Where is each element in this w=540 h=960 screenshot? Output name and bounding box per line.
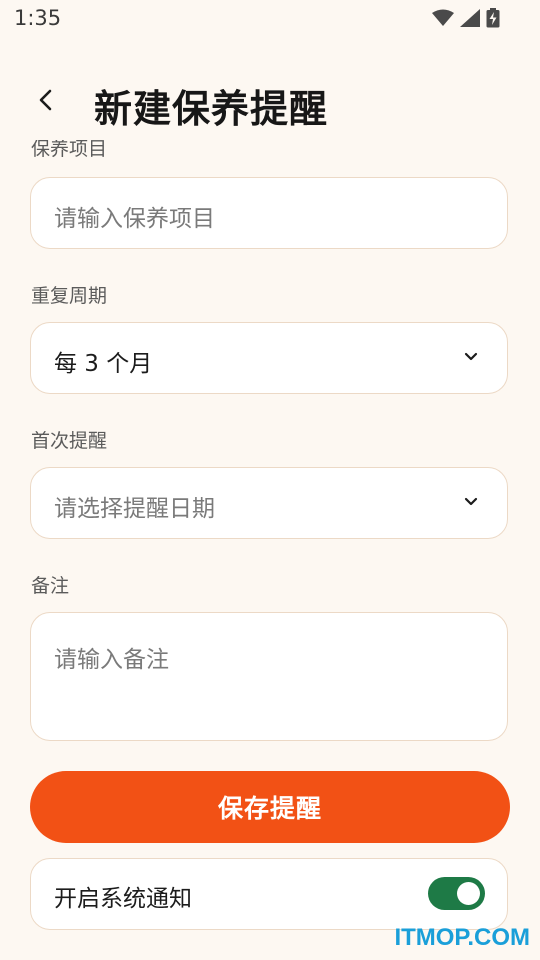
notification-toggle[interactable] bbox=[428, 877, 485, 910]
notes-placeholder: 请输入备注 bbox=[54, 647, 169, 673]
notes-textarea[interactable]: 请输入备注 bbox=[30, 612, 508, 741]
item-label: 保养项目 bbox=[31, 140, 108, 160]
back-button[interactable] bbox=[28, 84, 64, 120]
first-reminder-label: 首次提醒 bbox=[31, 430, 108, 452]
wifi-icon bbox=[432, 9, 454, 31]
signal-icon bbox=[460, 9, 480, 31]
page-title: 新建保养提醒 bbox=[94, 87, 329, 131]
repeat-label: 重复周期 bbox=[31, 285, 108, 307]
first-reminder-placeholder: 请选择提醒日期 bbox=[54, 496, 215, 522]
chevron-down-icon bbox=[463, 349, 479, 365]
item-input[interactable]: 请输入保养项目 bbox=[30, 177, 508, 249]
chevron-left-icon bbox=[38, 89, 54, 115]
status-time: 1:35 bbox=[14, 6, 62, 30]
item-placeholder: 请输入保养项目 bbox=[54, 206, 215, 232]
chevron-down-icon bbox=[463, 494, 479, 510]
toggle-knob bbox=[457, 882, 480, 905]
save-button[interactable]: 保存提醒 bbox=[30, 771, 510, 843]
first-reminder-select[interactable]: 请选择提醒日期 bbox=[30, 467, 508, 539]
repeat-select[interactable]: 每 3 个月 bbox=[30, 322, 508, 394]
notification-card: 开启系统通知 bbox=[30, 858, 508, 930]
notification-label: 开启系统通知 bbox=[54, 886, 192, 912]
repeat-value: 每 3 个月 bbox=[54, 351, 153, 377]
status-bar: 1:35 bbox=[0, 0, 540, 38]
header: 新建保养提醒 bbox=[0, 70, 540, 140]
status-icons bbox=[432, 8, 500, 32]
watermark: ITMOP.COM bbox=[394, 924, 530, 951]
form-scroll-area[interactable]: 保养项目 请输入保养项目 重复周期 每 3 个月 首次提醒 请选择提醒日期 备注… bbox=[0, 140, 540, 960]
notes-label: 备注 bbox=[31, 575, 70, 597]
battery-charging-icon bbox=[486, 8, 500, 32]
